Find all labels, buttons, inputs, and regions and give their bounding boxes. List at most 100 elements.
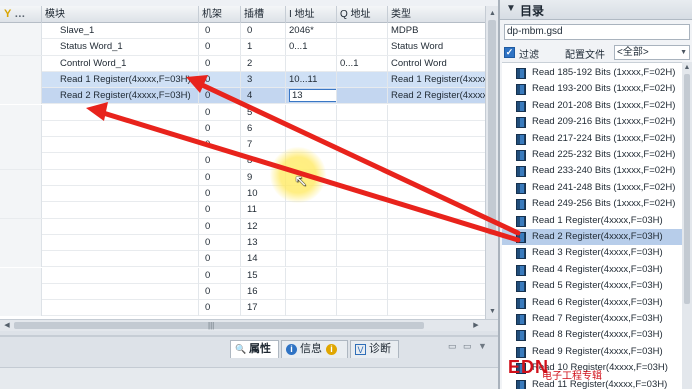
table-horizontal-scrollbar[interactable]: ◀ ||| ▶	[0, 319, 498, 331]
cell-q-address[interactable]	[337, 120, 388, 137]
more-icon[interactable]: …	[14, 6, 25, 23]
cell-i-address[interactable]	[286, 251, 337, 268]
catalog-item[interactable]: Read 7 Register(4xxxx,F=03H)	[502, 311, 690, 327]
cell-i-address[interactable]	[286, 267, 337, 284]
header-i-address[interactable]: I 地址	[286, 6, 337, 23]
cell-slot[interactable]: 1	[241, 39, 286, 56]
table-row[interactable]: 0 14	[0, 251, 485, 268]
cell-rack[interactable]: 0	[199, 267, 241, 284]
cell-type[interactable]	[388, 251, 485, 267]
cell-slot[interactable]: 3	[241, 71, 286, 88]
table-row[interactable]: 0 12	[0, 218, 485, 235]
cell-i-address[interactable]	[286, 234, 337, 251]
cell-q-address[interactable]	[337, 218, 388, 235]
cell-slot[interactable]: 17	[241, 300, 286, 317]
cell-slot[interactable]: 0	[241, 23, 286, 39]
i-address-edit-field[interactable]: 13	[289, 89, 336, 103]
cell-module[interactable]: Slave_1	[42, 23, 199, 39]
catalog-item[interactable]: Read 3 Register(4xxxx,F=03H)	[502, 245, 690, 261]
cell-q-address[interactable]	[337, 267, 388, 284]
cell-i-address[interactable]	[286, 104, 337, 121]
cell-q-address[interactable]	[337, 202, 388, 219]
cell-q-address[interactable]	[337, 104, 388, 121]
cell-slot[interactable]: 5	[241, 104, 286, 121]
cell-q-address[interactable]	[337, 39, 388, 56]
table-row[interactable]: 07	[0, 137, 485, 154]
cell-q-address[interactable]	[337, 137, 388, 154]
catalog-item[interactable]: Read 6 Register(4xxxx,F=03H)	[502, 295, 690, 311]
cell-type[interactable]	[388, 121, 485, 137]
cell-module[interactable]	[42, 153, 199, 170]
cell-q-address[interactable]	[337, 169, 388, 186]
header-q-address[interactable]: Q 地址	[337, 6, 388, 23]
catalog-item[interactable]: Read 4 Register(4xxxx,F=03H)	[502, 262, 690, 278]
collapse-chevron-icon[interactable]: ▼	[506, 3, 516, 14]
cell-type[interactable]: MDPB	[388, 23, 485, 39]
header-icons[interactable]: Y…	[0, 6, 42, 23]
table-row[interactable]: 09	[0, 169, 485, 186]
catalog-scroll-up-icon[interactable]: ▲	[682, 63, 692, 73]
cell-rack[interactable]: 0	[199, 153, 241, 170]
cell-type[interactable]	[388, 153, 485, 169]
cell-rack[interactable]: 0	[199, 218, 241, 235]
cell-i-address[interactable]: 2046*	[286, 23, 337, 39]
cell-q-address[interactable]: 0...1	[337, 55, 388, 72]
cell-rack[interactable]: 0	[199, 55, 241, 72]
catalog-item[interactable]: Read 209-216 Bits (1xxxx,F=02H)	[502, 114, 690, 130]
cell-type[interactable]	[388, 186, 485, 202]
table-row[interactable]: 06	[0, 120, 485, 138]
cell-q-address[interactable]	[337, 251, 388, 268]
cell-rack[interactable]: 0	[199, 39, 241, 56]
cell-i-address[interactable]	[286, 120, 337, 137]
cell-slot[interactable]: 12	[241, 218, 286, 235]
cell-type[interactable]	[388, 219, 485, 235]
cell-slot[interactable]: 6	[241, 120, 286, 137]
header-module[interactable]: 模块	[42, 6, 199, 23]
table-row[interactable]: Control Word_1 0 2 0...1 Control Word	[0, 55, 485, 72]
cell-rack[interactable]: 0	[199, 186, 241, 202]
cell-q-address[interactable]	[337, 88, 388, 105]
cell-rack[interactable]: 0	[199, 120, 241, 137]
catalog-item[interactable]: Read 185-192 Bits (1xxxx,F=02H)	[502, 65, 690, 81]
cell-type[interactable]: Status Word	[388, 39, 485, 55]
catalog-item[interactable]: Read 241-248 Bits (1xxxx,F=02H)	[502, 180, 690, 196]
scroll-down-icon[interactable]: ▼	[487, 306, 498, 317]
cell-rack[interactable]: 0	[199, 251, 241, 268]
cell-module[interactable]	[42, 120, 199, 137]
cell-q-address[interactable]	[337, 283, 388, 300]
cell-slot[interactable]: 13	[241, 234, 286, 251]
table-row[interactable]: 0 13	[0, 234, 485, 252]
cell-rack[interactable]: 0	[199, 234, 241, 251]
table-row[interactable]: 08	[0, 153, 485, 170]
filter-icon[interactable]: Y	[4, 6, 11, 23]
cell-i-address[interactable]	[286, 283, 337, 300]
cell-rack[interactable]: 0	[199, 169, 241, 186]
catalog-item[interactable]: Read 233-240 Bits (1xxxx,F=02H)	[502, 163, 690, 179]
table-row[interactable]: 0 16	[0, 283, 485, 301]
cell-type[interactable]: Read 2 Register(4xxxx,F=03H)	[388, 88, 485, 104]
cell-module[interactable]	[42, 104, 199, 121]
cell-type[interactable]	[388, 202, 485, 218]
cell-rack[interactable]: 0	[199, 137, 241, 154]
catalog-header[interactable]: ▼ 目录	[500, 0, 692, 20]
scroll-thumb[interactable]	[488, 20, 496, 235]
catalog-search-input[interactable]: dp-mbm.gsd	[504, 24, 690, 40]
catalog-item[interactable]: Read 1 Register(4xxxx,F=03H)	[502, 213, 690, 229]
cell-q-address[interactable]	[337, 300, 388, 317]
cell-q-address[interactable]	[337, 153, 388, 170]
filter-checkbox[interactable]: ✓	[504, 47, 515, 58]
cell-slot[interactable]: 2	[241, 55, 286, 72]
catalog-item[interactable]: Read 5 Register(4xxxx,F=03H)	[502, 278, 690, 294]
cell-type[interactable]	[388, 284, 485, 300]
cell-q-address[interactable]	[337, 186, 388, 202]
cell-i-address[interactable]: 10...11	[286, 71, 337, 88]
cell-type[interactable]	[388, 170, 485, 186]
cell-module[interactable]	[42, 251, 199, 268]
catalog-scrollbar[interactable]: ▲	[682, 62, 692, 389]
table-row[interactable]: 0 10	[0, 186, 485, 203]
cell-slot[interactable]: 11	[241, 202, 286, 219]
cell-slot[interactable]: 14	[241, 251, 286, 268]
tab-properties[interactable]: 🔍 属性	[230, 340, 279, 358]
cell-type[interactable]: Read 1 Register(4xxxx,F=03H)	[388, 72, 485, 88]
cell-module[interactable]: Control Word_1	[42, 55, 199, 72]
